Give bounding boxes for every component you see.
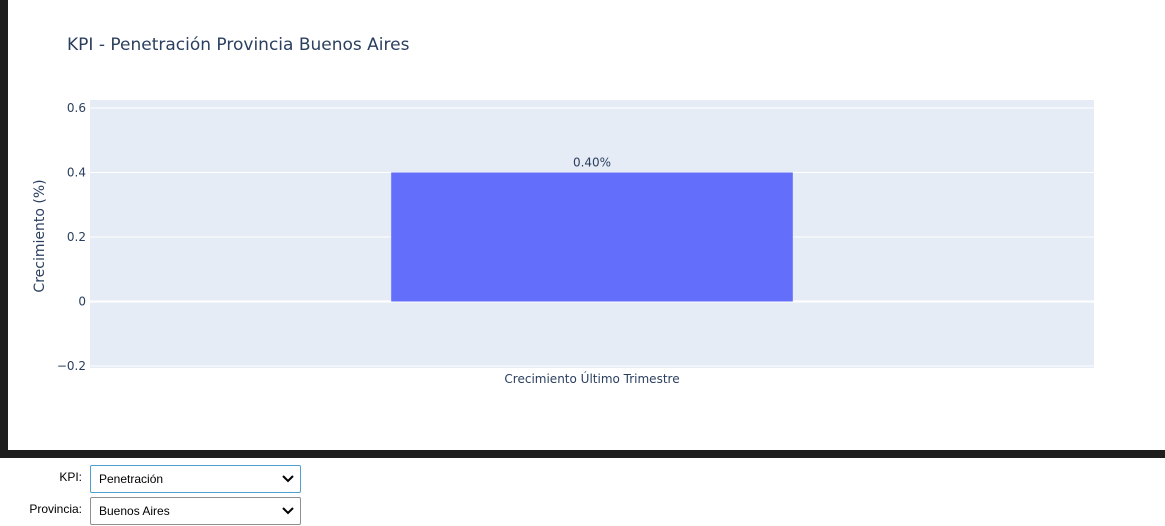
- kpi-label: KPI:: [59, 470, 82, 484]
- provincia-selected-value: Buenos Aires: [99, 504, 170, 518]
- bar-data-label: 0.40%: [573, 156, 611, 170]
- chevron-down-icon: [282, 507, 294, 515]
- bar-chart: KPI - Penetración Provincia Buenos Aires…: [32, 35, 1094, 386]
- x-tick-label: Crecimiento Último Trimestre: [504, 371, 679, 386]
- chart-frame: KPI - Penetración Provincia Buenos Aires…: [0, 0, 1165, 458]
- y-tick-label: 0: [78, 295, 86, 309]
- chart-container: KPI - Penetración Provincia Buenos Aires…: [8, 0, 1165, 450]
- chart-title: KPI - Penetración Provincia Buenos Aires: [67, 35, 410, 55]
- provincia-dropdown[interactable]: Buenos Aires: [90, 497, 301, 525]
- y-tick-label: −0.2: [57, 359, 86, 373]
- kpi-control: KPI: Penetración: [0, 462, 320, 493]
- bar[interactable]: [391, 172, 793, 302]
- provincia-label: Provincia:: [29, 502, 82, 516]
- provincia-control: Provincia: Buenos Aires: [0, 494, 320, 525]
- filter-controls: KPI: Penetración Provincia: Buenos Aires: [0, 458, 1165, 526]
- y-tick-label: 0.4: [67, 166, 86, 180]
- y-axis-title: Crecimiento (%): [32, 179, 48, 292]
- chevron-down-icon: [282, 475, 294, 483]
- y-tick-label: 0.6: [67, 101, 86, 115]
- kpi-selected-value: Penetración: [99, 472, 164, 486]
- y-tick-label: 0.2: [67, 230, 86, 244]
- kpi-dropdown[interactable]: Penetración: [90, 465, 301, 493]
